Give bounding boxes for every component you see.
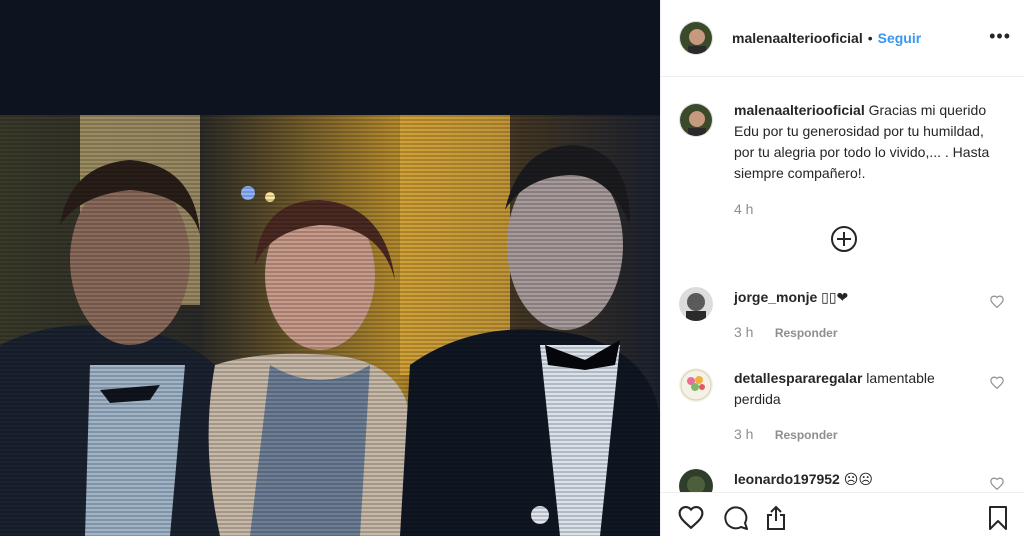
- caption-text-block: malenaalteriooficial Gracias mi querido …: [734, 100, 994, 220]
- comment-text-block: leonardo197952 ☹☹: [734, 469, 974, 490]
- heart-icon[interactable]: [990, 477, 1004, 490]
- header-username[interactable]: malenaalteriooficial: [732, 30, 863, 46]
- comment-icon[interactable]: [723, 505, 749, 531]
- comment-text-block: jorge_monje ▯▯❤: [734, 287, 974, 308]
- post-media[interactable]: [0, 0, 660, 536]
- photo-dark-top: [0, 0, 660, 115]
- avatar-image: [679, 368, 713, 402]
- comment-time[interactable]: 3 h: [734, 324, 753, 340]
- comment-username[interactable]: detallespararegalar: [734, 370, 862, 386]
- heart-icon[interactable]: [990, 376, 1004, 389]
- heart-icon[interactable]: [678, 505, 704, 529]
- more-options-icon[interactable]: •••: [989, 26, 1011, 47]
- share-icon[interactable]: [765, 505, 787, 531]
- caption-time[interactable]: 4 h: [734, 199, 994, 220]
- avatar-image: [679, 287, 713, 321]
- comment-text: ▯▯❤: [821, 289, 849, 305]
- bookmark-icon[interactable]: [987, 505, 1009, 531]
- heart-icon[interactable]: [990, 295, 1004, 308]
- comment-avatar[interactable]: [679, 287, 713, 321]
- separator-dot: •: [867, 30, 873, 46]
- reply-button[interactable]: Responder: [775, 326, 838, 340]
- comment-meta: 3 h Responder: [734, 426, 838, 442]
- comment-time[interactable]: 3 h: [734, 426, 753, 442]
- plus-circle-icon[interactable]: [831, 226, 857, 252]
- comment-text: ☹☹: [843, 471, 873, 487]
- post-sidebar: malenaalteriooficial • Seguir ••• malena…: [660, 0, 1024, 536]
- action-bar: [661, 492, 1024, 536]
- avatar[interactable]: [679, 21, 713, 55]
- post-header: malenaalteriooficial • Seguir •••: [661, 0, 1024, 77]
- reply-button[interactable]: Responder: [775, 428, 838, 442]
- comment-text-block: detallespararegalar lamentable perdida: [734, 368, 974, 410]
- post-photo: [0, 115, 660, 536]
- follow-button[interactable]: Seguir: [878, 30, 922, 46]
- comment-username[interactable]: leonardo197952: [734, 471, 840, 487]
- comment-meta: 3 h Responder: [734, 324, 838, 340]
- caption-avatar[interactable]: [679, 103, 713, 137]
- caption-username[interactable]: malenaalteriooficial: [734, 102, 865, 118]
- comment-username[interactable]: jorge_monje: [734, 289, 817, 305]
- avatar-image: [680, 104, 712, 136]
- comment-avatar[interactable]: [679, 368, 713, 402]
- avatar-image: [680, 22, 712, 54]
